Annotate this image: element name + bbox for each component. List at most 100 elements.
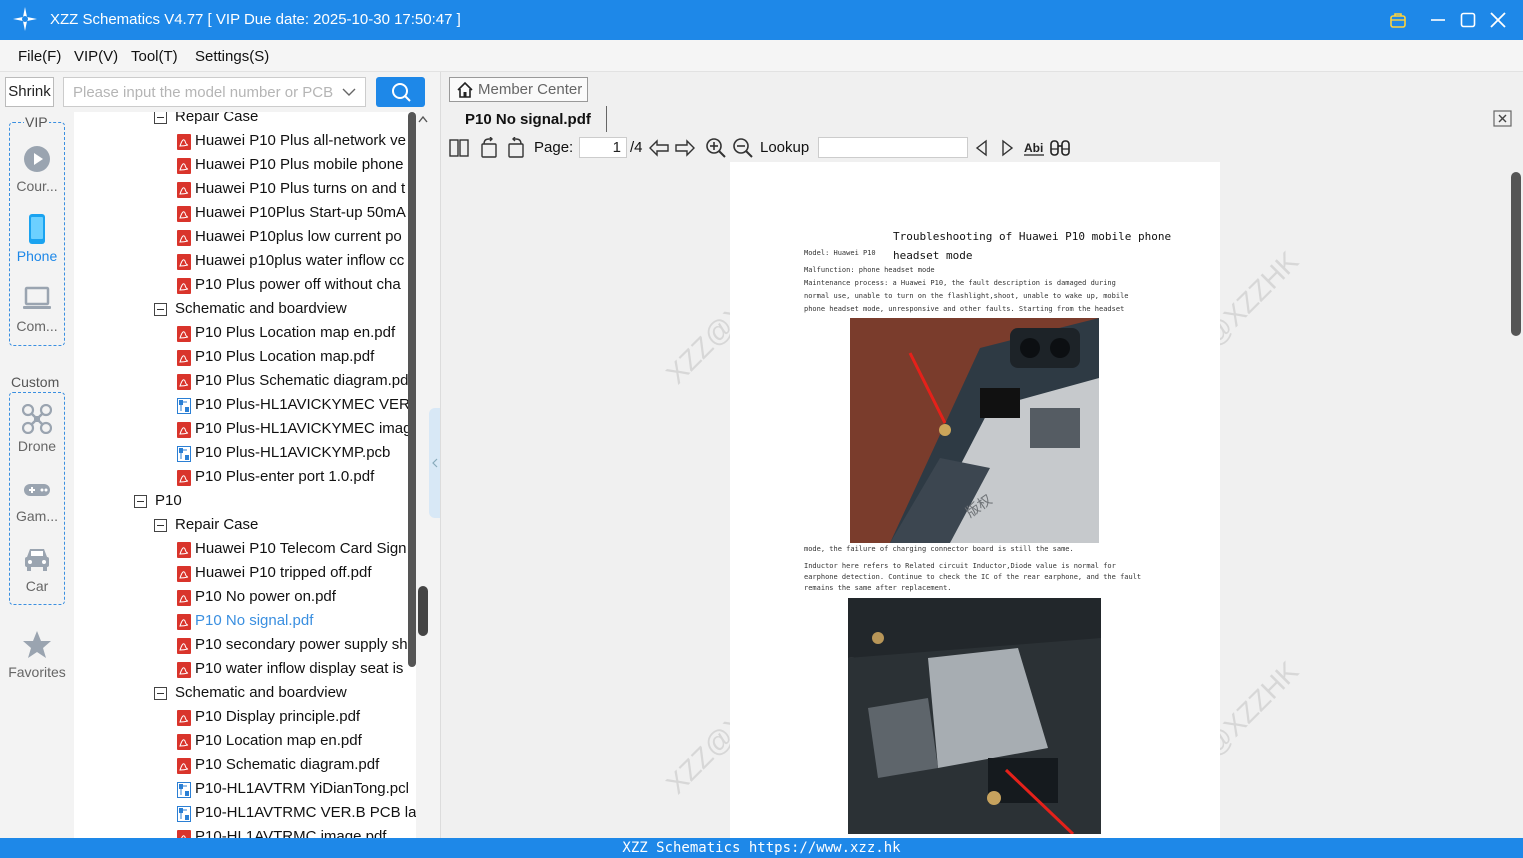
tree-file[interactable]: Huawei P10 Telecom Card Sign [74, 538, 416, 562]
tree-file[interactable]: P10 Plus-HL1AVICKYMEC VER.A [74, 394, 416, 418]
tree-file[interactable]: P10-HL1AVTRMC VER.B PCB lay [74, 802, 416, 826]
maximize-button[interactable] [1456, 8, 1480, 32]
tree-file[interactable]: P10 Plus-HL1AVICKYMEC image [74, 418, 416, 442]
find-previous-icon[interactable] [971, 137, 993, 159]
collapse-toggle-icon[interactable] [154, 519, 167, 532]
tab-document[interactable]: P10 No signal.pdf [453, 106, 607, 132]
tree-file[interactable]: Huawei P10 Plus mobile phone [74, 154, 416, 178]
tree-file[interactable]: P10 secondary power supply sh [74, 634, 416, 658]
tree-scrollbar-thumb[interactable] [418, 586, 428, 636]
tree-file[interactable]: P10 Plus-HL1AVICKYMP.pcb [74, 442, 416, 466]
category-game[interactable]: Gam... [0, 474, 74, 544]
member-center-button[interactable]: Member Center [449, 77, 588, 102]
lookup-input[interactable] [818, 137, 968, 158]
tree-folder[interactable]: P10 [74, 490, 416, 514]
search-button[interactable] [376, 77, 425, 107]
menu-settings[interactable]: Settings(S) [195, 48, 269, 65]
tree-file[interactable]: Huawei P10plus low current po [74, 226, 416, 250]
tree-file[interactable]: Huawei p10plus water inflow cc [74, 250, 416, 274]
tree-label: P10-HL1AVTRMC VER.B PCB lay [195, 804, 416, 821]
menu-file[interactable]: File(F) [18, 48, 61, 65]
tree-file[interactable]: P10 Display principle.pdf [74, 706, 416, 730]
category-courses[interactable]: Cour... [0, 144, 74, 214]
tree-label: P10 secondary power supply sh [195, 636, 408, 653]
shrink-button[interactable]: Shrink [5, 77, 54, 107]
category-phone[interactable]: Phone [0, 214, 74, 284]
tree-file[interactable]: P10 Plus power off without cha [74, 274, 416, 298]
vip-bag-button[interactable] [1386, 8, 1410, 32]
scroll-up-icon[interactable] [417, 114, 429, 124]
zoom-in-icon[interactable] [705, 137, 727, 159]
search-input[interactable] [65, 79, 335, 105]
tree-scrollbar-track[interactable] [408, 112, 416, 667]
close-tab-icon[interactable] [1493, 110, 1513, 128]
collapse-toggle-icon[interactable] [154, 687, 167, 700]
tree-folder[interactable]: Repair Case [74, 514, 416, 538]
tree-file[interactable]: Huawei P10 tripped off.pdf [74, 562, 416, 586]
tree-folder[interactable]: Schematic and boardview [74, 298, 416, 322]
window-title: XZZ Schematics V4.77 [ VIP Due date: 202… [50, 11, 461, 28]
tree-file[interactable]: P10 Plus Location map en.pdf [74, 322, 416, 346]
close-button[interactable] [1486, 8, 1510, 32]
category-computer[interactable]: Com... [0, 284, 74, 354]
bag-icon [1390, 13, 1406, 28]
tree-file[interactable]: P10 Plus-enter port 1.0.pdf [74, 466, 416, 490]
category-favorites[interactable]: Favorites [0, 630, 74, 700]
menu-vip[interactable]: VIP(V) [74, 48, 118, 65]
zoom-out-icon[interactable] [732, 137, 754, 159]
tree-file[interactable]: P10 Schematic diagram.pdf [74, 754, 416, 778]
tree-label: Huawei P10 tripped off.pdf [195, 564, 372, 581]
tree-file[interactable]: P10 No power on.pdf [74, 586, 416, 610]
chevron-down-icon[interactable] [342, 85, 356, 99]
pdf-file-icon [177, 206, 191, 222]
tree-folder[interactable]: Repair Case [74, 112, 416, 130]
pcb-file-icon [177, 782, 191, 798]
tree-file[interactable]: P10 No signal.pdf [74, 610, 416, 634]
board-photo-2 [848, 598, 1101, 834]
tree-file[interactable]: P10 Plus Location map.pdf [74, 346, 416, 370]
gamepad-icon [24, 484, 50, 496]
tree-label: Schematic and boardview [175, 684, 347, 701]
tree-label: P10 Plus Location map.pdf [195, 348, 375, 365]
pdf-file-icon [177, 734, 191, 750]
tree-folder[interactable]: Schematic and boardview [74, 682, 416, 706]
rotate-left-icon[interactable] [478, 137, 500, 159]
menu-tool[interactable]: Tool(T) [131, 48, 178, 65]
tree-file[interactable]: P10-HL1AVTRM YiDianTong.pcl [74, 778, 416, 802]
match-case-icon[interactable]: Abi [1023, 137, 1045, 159]
tree-file[interactable]: Huawei P10Plus Start-up 50mA [74, 202, 416, 226]
category-car[interactable]: Car [0, 544, 74, 614]
tree-label: P10 Plus power off without cha [195, 276, 401, 293]
pdf-viewport[interactable]: XZZ@XZZHK XZZ@XZZHK XZZ@XZZHK XZZ@XZZHK … [441, 162, 1510, 838]
car-icon [25, 549, 49, 571]
tree-label: P10 Plus-HL1AVICKYMP.pcb [195, 444, 391, 461]
tree-file[interactable]: Huawei P10 Plus turns on and t [74, 178, 416, 202]
svg-text:Abi: Abi [1024, 141, 1043, 155]
collapse-toggle-icon[interactable] [134, 495, 147, 508]
arrow-left-icon[interactable] [648, 137, 670, 159]
tree-file[interactable]: P10 water inflow display seat is [74, 658, 416, 682]
pdf-scrollbar-thumb[interactable] [1511, 172, 1521, 336]
arrow-right-icon[interactable] [674, 137, 696, 159]
find-next-icon[interactable] [996, 137, 1018, 159]
tree-file[interactable]: P10 Location map en.pdf [74, 730, 416, 754]
tree-label: Huawei P10 Telecom Card Sign [195, 540, 407, 557]
tree-file[interactable]: P10 Plus Schematic diagram.pd [74, 370, 416, 394]
tree-label: Huawei P10Plus Start-up 50mA [195, 204, 406, 221]
category-sidebar: VIP Cour... Phone Com... Custom Drone Ga… [0, 112, 74, 838]
minimize-button[interactable] [1426, 8, 1450, 32]
tree-file[interactable]: P10-HL1AVTRMC image.pdf [74, 826, 416, 838]
find-all-binoculars-icon[interactable] [1049, 137, 1071, 159]
minimize-icon [1431, 19, 1445, 21]
collapse-toggle-icon[interactable] [154, 303, 167, 316]
title-bar: XZZ Schematics V4.77 [ VIP Due date: 202… [0, 0, 1523, 40]
collapse-toggle-icon[interactable] [154, 112, 167, 124]
page-number-input[interactable]: 1 [579, 137, 627, 158]
two-page-view-icon[interactable] [448, 137, 470, 159]
home-icon [457, 81, 473, 98]
pdf-file-icon [177, 422, 191, 438]
tree-label: Huawei P10plus low current po [195, 228, 402, 245]
rotate-right-icon[interactable] [505, 137, 527, 159]
tree-file[interactable]: Huawei P10 Plus all-network ve [74, 130, 416, 154]
category-drone[interactable]: Drone [0, 404, 74, 474]
